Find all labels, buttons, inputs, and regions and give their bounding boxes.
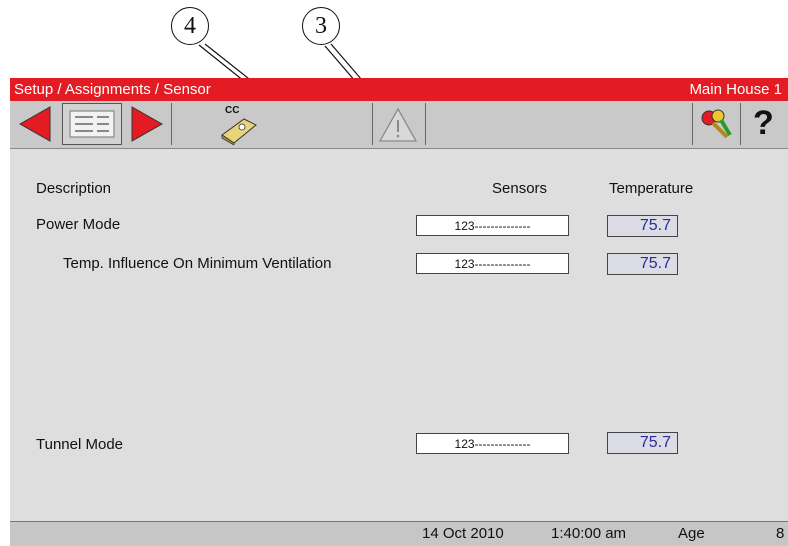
sensor-field-tunnel-mode[interactable]: 123-------------- <box>416 433 569 454</box>
callout-3: 3 <box>302 7 340 45</box>
prev-button[interactable] <box>12 103 62 145</box>
toolbar-divider <box>740 103 741 145</box>
sensor-field-power-mode[interactable]: 123-------------- <box>416 215 569 236</box>
keys-icon <box>701 109 732 139</box>
menu-button[interactable] <box>62 103 122 145</box>
toolbar-divider <box>372 103 373 145</box>
status-age-value: 8 <box>776 525 785 542</box>
house-name: Main House 1 <box>689 81 782 98</box>
toolbar-divider <box>171 103 172 145</box>
breadcrumb: Setup / Assignments / Sensor <box>14 81 211 98</box>
status-bar: 14 Oct 2010 1:40:00 am Age 8 <box>10 521 788 546</box>
help-button[interactable]: ? <box>744 103 786 145</box>
alarm-button[interactable] <box>376 103 420 145</box>
header-temperature: Temperature <box>609 180 694 197</box>
row-label-power-mode: Power Mode <box>36 216 121 233</box>
sensor-field-temp-influence[interactable]: 123-------------- <box>416 253 569 274</box>
temperature-power-mode: 75.7 <box>607 215 678 237</box>
chicken-coop-icon <box>221 118 257 145</box>
toolbar-divider <box>692 103 693 145</box>
title-bar: Setup / Assignments / Sensor Main House … <box>10 78 788 101</box>
cc-button[interactable]: CC <box>218 103 258 145</box>
list-menu-icon <box>69 110 115 138</box>
keys-button[interactable] <box>694 103 738 145</box>
red-left-arrow-icon <box>18 106 51 142</box>
row-label-tunnel-mode: Tunnel Mode <box>36 436 123 453</box>
status-date: 14 Oct 2010 <box>422 525 504 542</box>
red-right-arrow-icon <box>131 106 164 142</box>
header-description: Description <box>36 180 112 197</box>
warning-triangle-icon <box>378 107 418 142</box>
temperature-tunnel-mode: 75.7 <box>607 432 678 454</box>
toolbar-divider <box>425 103 426 145</box>
temperature-temp-influence: 75.7 <box>607 253 678 275</box>
next-button[interactable] <box>122 103 170 145</box>
callout-4: 4 <box>171 7 209 45</box>
header-sensors: Sensors <box>492 180 548 197</box>
status-age-label: Age <box>678 525 705 542</box>
help-icon: ? <box>753 104 774 142</box>
status-time: 1:40:00 am <box>551 525 627 542</box>
row-label-temp-influence: Temp. Influence On Minimum Ventilation <box>63 255 332 272</box>
